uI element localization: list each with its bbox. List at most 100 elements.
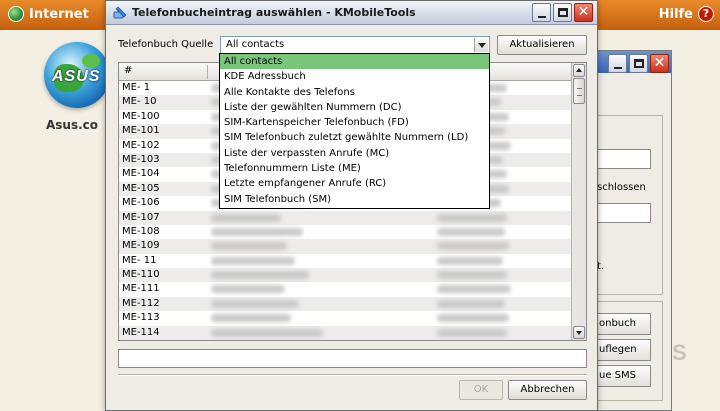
scroll-thumb[interactable] xyxy=(573,78,585,104)
column-header-id[interactable]: # xyxy=(124,65,132,76)
close-button[interactable]: ✕ xyxy=(574,3,593,22)
cancel-button[interactable]: Abbrechen xyxy=(508,380,587,400)
refresh-button[interactable]: Aktualisieren xyxy=(497,35,587,55)
internet-menu[interactable]: Internet xyxy=(8,6,89,22)
phonebook-source-select[interactable]: All contacts xyxy=(220,36,490,54)
blurred-number xyxy=(437,299,505,308)
bg-minimize-button[interactable] xyxy=(608,54,627,73)
table-row[interactable]: ME-112 xyxy=(119,296,571,312)
entry-id: ME-110 xyxy=(122,269,160,281)
entry-id: ME- 1 xyxy=(122,82,151,93)
help-menu[interactable]: Hilfe ? xyxy=(659,6,714,22)
entry-id: ME-108 xyxy=(122,225,160,237)
entry-id: ME-112 xyxy=(122,297,160,309)
entry-id: ME-103 xyxy=(122,153,160,165)
blurred-number xyxy=(437,256,503,265)
site-label: Asus.co xyxy=(46,118,99,132)
scroll-up-icon[interactable] xyxy=(573,64,585,77)
bg-label-closed: schlossen xyxy=(597,182,646,193)
ok-button[interactable]: OK xyxy=(459,380,503,400)
entry-id: ME-102 xyxy=(122,139,160,151)
maximize-icon xyxy=(634,59,644,68)
maximize-button[interactable] xyxy=(553,3,572,22)
dropdown-option[interactable]: Telefonnummern Liste (ME) xyxy=(220,161,489,176)
dropdown-option[interactable]: SIM Telefonbuch zuletzt gewählte Nummern… xyxy=(220,130,489,145)
blurred-number xyxy=(437,227,505,236)
blurred-name xyxy=(211,242,287,251)
kmobiletools-icon xyxy=(113,6,127,19)
dropdown-option[interactable]: All contacts xyxy=(220,54,489,70)
asus-globe-logo: ASUS xyxy=(44,42,110,108)
blurred-name xyxy=(211,328,323,337)
entry-id: ME-111 xyxy=(122,283,160,295)
entry-id: ME-100 xyxy=(122,110,160,122)
bg-hangup-button[interactable]: uflegen xyxy=(597,339,651,361)
background-watermark: S xyxy=(672,340,687,365)
dropdown-arrow-icon[interactable] xyxy=(474,38,488,52)
blurred-number xyxy=(437,213,507,222)
entry-id: ME-104 xyxy=(122,168,160,180)
bg-text-field-2[interactable] xyxy=(597,203,651,223)
blurred-name xyxy=(211,299,299,308)
search-input[interactable] xyxy=(118,349,587,368)
bg-maximize-button[interactable] xyxy=(629,54,648,73)
bg-text-field[interactable] xyxy=(597,149,651,169)
dialog-title: Telefonbucheintrag auswählen - KMobileTo… xyxy=(132,6,416,19)
entry-id: ME- 11 xyxy=(122,254,157,266)
scroll-down-icon[interactable] xyxy=(573,326,585,339)
phonebook-source-dropdown: All contacts KDE Adressbuch Alle Kontakte … xyxy=(219,53,490,209)
blurred-number xyxy=(437,314,509,323)
bg-label-dot: t. xyxy=(597,261,605,272)
dropdown-option[interactable]: KDE Adressbuch xyxy=(220,69,489,84)
entry-id: ME-101 xyxy=(122,125,160,137)
dropdown-option[interactable]: Alle Kontakte des Telefons xyxy=(220,85,489,100)
entry-id: ME-109 xyxy=(122,240,160,252)
blurred-number xyxy=(437,271,507,280)
entry-id: ME- 10 xyxy=(122,96,157,108)
bg-close-button[interactable]: ✕ xyxy=(650,54,669,73)
table-row[interactable]: ME-107 xyxy=(119,210,571,225)
dropdown-option[interactable]: Liste der verpassten Anrufe (MC) xyxy=(220,146,489,161)
dropdown-option[interactable]: SIM-Kartenspeicher Telefonbuch (FD) xyxy=(220,115,489,130)
phonebook-source-value: All contacts xyxy=(226,39,285,50)
blurred-name xyxy=(211,271,309,280)
table-row[interactable]: ME-110 xyxy=(119,268,571,283)
blurred-name xyxy=(211,227,303,236)
table-row[interactable]: ME- 11 xyxy=(119,254,571,268)
dropdown-option[interactable]: SIM Telefonbuch (SM) xyxy=(220,192,489,207)
table-row[interactable]: ME-108 xyxy=(119,225,571,239)
phonebook-source-label: Telefonbuch Quelle xyxy=(118,39,214,50)
table-row[interactable]: ME-114 xyxy=(119,325,571,340)
dropdown-option[interactable]: Letzte empfangener Anrufe (RC) xyxy=(220,176,489,191)
internet-label: Internet xyxy=(29,6,89,22)
blurred-number xyxy=(437,242,509,251)
help-label: Hilfe xyxy=(658,6,693,22)
bg-phonebook-button[interactable]: onbuch xyxy=(597,313,651,335)
blurred-name xyxy=(211,314,291,323)
close-icon: ✕ xyxy=(653,55,666,71)
blurred-number xyxy=(437,285,511,294)
background-dialog: ✕ schlossen t. onbuch uflegen ue SMS xyxy=(586,50,672,411)
button-divider xyxy=(118,374,587,376)
blurred-number xyxy=(437,328,507,337)
logo-text: ASUS xyxy=(52,68,101,85)
minimize-button[interactable] xyxy=(532,3,551,22)
blurred-name xyxy=(211,213,281,222)
entry-id: ME-114 xyxy=(122,326,160,338)
table-row[interactable]: ME-109 xyxy=(119,239,571,254)
dropdown-option[interactable]: Liste der gewählten Nummern (DC) xyxy=(220,100,489,115)
help-icon: ? xyxy=(698,6,714,22)
minimize-icon xyxy=(538,16,546,18)
table-row[interactable]: ME-111 xyxy=(119,282,571,296)
entry-id: ME-113 xyxy=(122,312,160,324)
vertical-scrollbar[interactable] xyxy=(571,63,586,340)
entry-id: ME-106 xyxy=(122,197,160,209)
bg-new-sms-button[interactable]: ue SMS xyxy=(597,365,651,387)
minimize-icon xyxy=(614,67,622,69)
dialog-titlebar[interactable]: Telefonbucheintrag auswählen - KMobileTo… xyxy=(106,1,597,25)
entry-id: ME-107 xyxy=(122,211,160,223)
blurred-name xyxy=(211,256,295,265)
table-row[interactable]: ME-113 xyxy=(119,311,571,325)
close-icon: ✕ xyxy=(577,4,590,20)
globe-icon xyxy=(8,6,24,22)
